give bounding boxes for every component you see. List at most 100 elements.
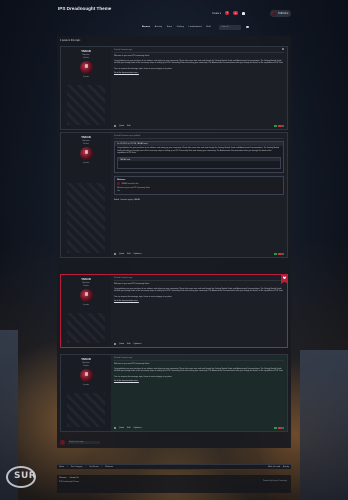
widget-text: Welcome to your new IPS Community Suite!: [117, 186, 151, 189]
post-author: TAIKAN Member Newbie 0 posts: [61, 133, 111, 257]
documentation-link[interactable]: Go to the documentation now...: [114, 380, 284, 383]
powered-by[interactable]: Powered by Invision Community: [263, 480, 287, 482]
author-post-count: 0 posts: [83, 162, 89, 164]
embed-widget: Welcome TAIKAN reacted to this Welcome t…: [114, 176, 284, 195]
post-meta: Posted 30 minutes ago (edited): [114, 135, 284, 139]
site-header: IPS Dreadnought Theme Create ▾ 3 ✉ TAIKA…: [0, 0, 348, 40]
post-author: TAIKAN Member Newbie 0 posts: [61, 47, 111, 129]
post-highlighted: TAIKAN Member Newbie 0 posts Posted 3 mi…: [60, 274, 288, 348]
messages-icon[interactable]: ✉: [233, 11, 238, 16]
avatar[interactable]: [79, 369, 93, 382]
like-button[interactable]: Like: [117, 190, 281, 192]
post-featured: TAIKAN Member Newbie 0 posts Posted 3 mi…: [60, 354, 288, 432]
nav-activity[interactable]: Activity: [155, 26, 162, 28]
nav-browse[interactable]: Browse: [142, 26, 150, 28]
options-button[interactable]: Options ▾: [133, 427, 141, 429]
select-checkbox[interactable]: [114, 343, 116, 345]
site-title[interactable]: IPS Dreadnought Theme: [58, 6, 111, 11]
post-content: Posted 3 minutes ago Welcome to your new…: [111, 355, 287, 431]
author-pattern: [67, 313, 105, 343]
quote-button[interactable]: Quote: [119, 343, 124, 345]
reputation: [274, 252, 284, 255]
quote-button[interactable]: Quote: [119, 427, 124, 429]
post-note-text: You can remove this message, topic, foru…: [114, 67, 173, 70]
author-post-count: 0 posts: [83, 384, 89, 386]
quote-button[interactable]: Quote: [119, 253, 124, 255]
avatar[interactable]: [79, 147, 93, 160]
theme-selector[interactable]: Theme ▾: [59, 477, 66, 479]
post-author: TAIKAN Member Newbie 0 posts: [61, 275, 111, 347]
post: TAIKAN Member Newbie 0 posts Posted 3 mi…: [60, 46, 288, 130]
quote-header[interactable]: On 1/1/2017 at 5:57 PM, TAIKAN said:: [115, 142, 283, 146]
author-name[interactable]: TAIKAN: [61, 358, 111, 361]
notification-badge[interactable]: 3: [225, 11, 230, 16]
post-heading-text: Welcome to your new IPS Community Suite!: [114, 55, 150, 57]
user-name: TAIKAN ▾: [278, 11, 289, 15]
documentation-link[interactable]: Go to the documentation now...: [114, 300, 284, 303]
mark-site-read-link[interactable]: Mark site read: [268, 466, 280, 468]
widget-user: TAIKAN reacted to this: [121, 182, 139, 185]
activity-link[interactable]: Activity: [283, 466, 289, 468]
background-tower: [300, 350, 348, 500]
breadcrumb-separator: ›: [101, 466, 103, 468]
widget-title[interactable]: Welcome: [117, 179, 281, 181]
nav-staff[interactable]: Staff: [206, 26, 211, 28]
footer-links: Theme ▾ Contact Us: [59, 477, 289, 479]
edit-button[interactable]: Edit: [127, 427, 130, 429]
post-meta: Posted 3 minutes ago: [114, 357, 284, 361]
edit-button[interactable]: Edit: [127, 125, 130, 127]
post-content: Posted 3 minutes ago Welcome to your new…: [111, 47, 287, 129]
upvote-button[interactable]: [274, 124, 277, 127]
author-name[interactable]: TAIKAN: [61, 136, 111, 139]
breadcrumb: Home › Test Category › Test Forum › Welc…: [57, 464, 291, 470]
breadcrumb-home[interactable]: Home: [59, 466, 64, 468]
create-button[interactable]: Create ▾: [212, 12, 221, 15]
edit-button[interactable]: Edit: [127, 253, 130, 255]
nav-gallery[interactable]: Gallery: [177, 26, 184, 28]
avatar: [271, 10, 276, 16]
quote-block: On 1/1/2017 at 5:57 PM, TAIKAN said: Con…: [114, 141, 284, 174]
options-button[interactable]: Options ▾: [133, 253, 141, 255]
upvote-button[interactable]: [274, 426, 277, 429]
bell-icon[interactable]: [241, 11, 245, 15]
nav-store[interactable]: Store: [167, 26, 172, 28]
avatar: [60, 439, 65, 445]
avatar[interactable]: [79, 61, 93, 74]
author-pattern: [67, 183, 105, 253]
breadcrumb-category[interactable]: Test Category: [71, 466, 83, 468]
select-checkbox[interactable]: [114, 427, 116, 429]
reputation-count: [281, 426, 284, 429]
breadcrumb-topic[interactable]: Welcome: [105, 466, 113, 468]
reputation-count: [281, 252, 284, 255]
reply-input[interactable]: Reply to this topic...: [68, 440, 100, 444]
nav-leaderboard[interactable]: Leaderboard: [189, 26, 202, 28]
select-checkbox[interactable]: [114, 253, 116, 255]
author-post-count: 0 posts: [83, 76, 89, 78]
author-rank: Newbie: [83, 285, 89, 287]
topic-panel: 4 posts in this topic TAIKAN Member Newb…: [57, 36, 291, 448]
background-sign: SUR: [6, 466, 36, 488]
nested-quote-header[interactable]: TAIKAN said:: [118, 157, 280, 162]
contact-link[interactable]: Contact Us: [69, 477, 78, 479]
reputation: [274, 426, 284, 429]
author-name[interactable]: TAIKAN: [61, 50, 111, 53]
avatar: [117, 182, 120, 186]
search-icon[interactable]: [246, 25, 249, 29]
post: TAIKAN Member Newbie 0 posts Posted 30 m…: [60, 132, 288, 258]
avatar[interactable]: [79, 289, 93, 302]
search-input[interactable]: Search...: [219, 24, 242, 30]
author-name[interactable]: TAIKAN: [61, 278, 111, 281]
quote-button[interactable]: Quote: [119, 125, 124, 127]
author-post-count: 0 posts: [83, 304, 89, 306]
user-menu[interactable]: TAIKAN ▾: [270, 9, 292, 17]
documentation-link[interactable]: Go to the documentation now...: [114, 72, 284, 75]
options-button[interactable]: Options ▾: [133, 343, 141, 345]
select-checkbox[interactable]: [114, 125, 116, 127]
upvote-button[interactable]: [274, 252, 277, 255]
post-meta: Posted 3 minutes ago: [114, 277, 284, 281]
edited-note: Edited 7 minutes ago by TAIKAN: [114, 198, 141, 201]
author-rank: Newbie: [83, 57, 89, 59]
breadcrumb-forum[interactable]: Test Forum: [89, 466, 98, 468]
author-pattern: [67, 85, 105, 125]
edit-button[interactable]: Edit: [127, 343, 130, 345]
